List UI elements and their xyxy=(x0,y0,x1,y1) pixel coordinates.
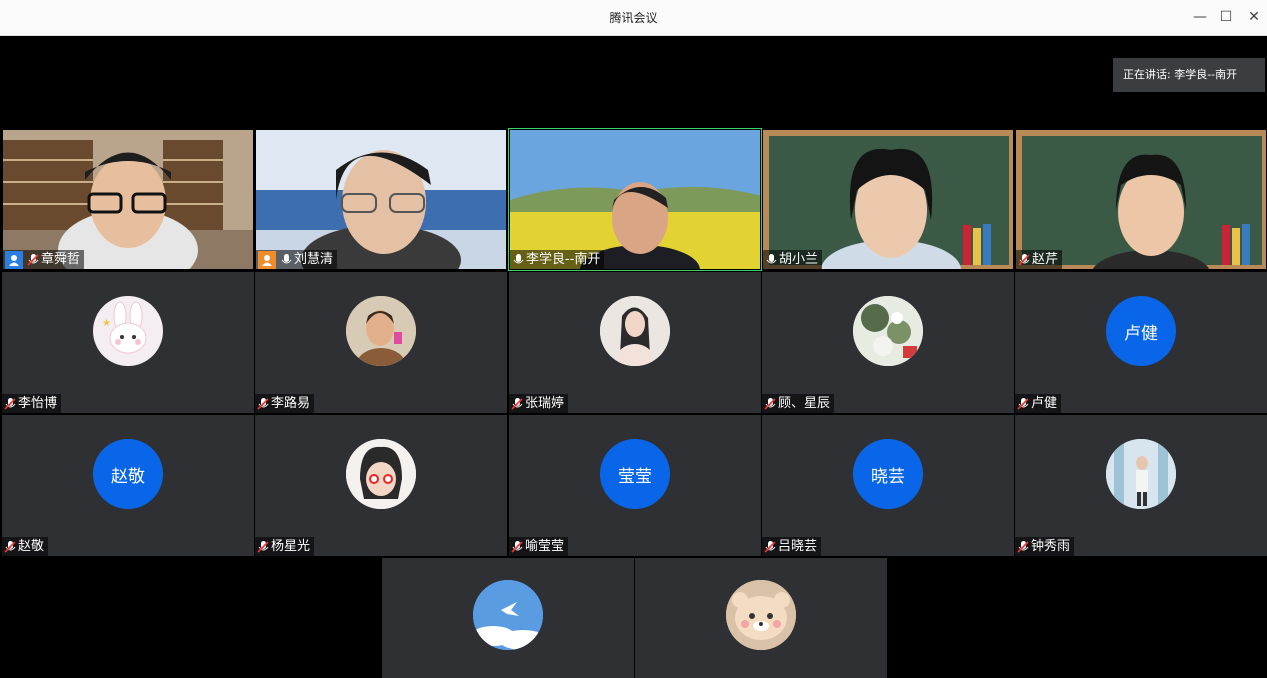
cartoon-avatar xyxy=(346,439,416,509)
video-feed xyxy=(1016,130,1266,269)
initials-avatar: 赵敬 xyxy=(93,439,163,509)
sky-avatar xyxy=(473,580,543,650)
participant-label: 章舜哲 xyxy=(3,250,85,269)
participant-name: 胡小兰 xyxy=(779,252,819,267)
host-icon xyxy=(5,250,23,269)
participant-name: 章舜哲 xyxy=(41,252,81,267)
photo-avatar xyxy=(346,296,416,366)
participant-tile[interactable]: 张瑞婷 xyxy=(509,272,761,413)
mic-muted-icon xyxy=(257,540,269,553)
participant-tile[interactable] xyxy=(635,558,887,678)
photo-avatar xyxy=(600,296,670,366)
bear-avatar xyxy=(726,580,796,650)
participant-tile[interactable] xyxy=(382,558,634,678)
participant-label: 喻莹莹 xyxy=(509,537,569,556)
participant-tile[interactable]: ★ 李怡博 xyxy=(2,272,254,413)
speaking-indicator: 正在讲话: 李学良--南开 xyxy=(1113,58,1265,92)
participant-tile[interactable]: 晓芸 吕晓芸 xyxy=(762,415,1014,556)
window-title: 腾讯会议 xyxy=(609,11,658,25)
video-tile-active-speaker[interactable]: 李学良--南开 xyxy=(508,128,762,271)
video-feed xyxy=(510,130,760,269)
participant-label: 李学良--南开 xyxy=(510,250,605,269)
mic-muted-icon xyxy=(1017,397,1029,410)
close-button[interactable]: ✕ xyxy=(1245,8,1263,26)
participant-label: 卢健 xyxy=(1015,394,1062,413)
participant-name: 李路易 xyxy=(271,396,311,411)
mic-muted-icon xyxy=(1017,540,1029,553)
participant-name: 张瑞婷 xyxy=(525,396,565,411)
mic-muted-icon xyxy=(511,540,523,553)
photo-avatar xyxy=(1106,439,1176,509)
participant-label: 吕晓芸 xyxy=(762,537,822,556)
maximize-button[interactable]: ☐ xyxy=(1217,8,1235,26)
participant-tile[interactable]: 钟秀雨 xyxy=(1015,415,1267,556)
photo-avatar xyxy=(853,296,923,366)
participant-name: 卢健 xyxy=(1031,396,1058,411)
participant-tile[interactable]: 顾、星辰 xyxy=(762,272,1014,413)
bunny-avatar: ★ xyxy=(93,296,163,366)
participant-label: 杨星光 xyxy=(255,537,315,556)
participant-name: 赵芹 xyxy=(1032,252,1059,267)
mic-muted-icon xyxy=(511,397,523,410)
participant-label: 赵敬 xyxy=(2,537,49,556)
video-feed xyxy=(256,130,506,269)
mic-muted-icon xyxy=(257,397,269,410)
participant-name: 李学良--南开 xyxy=(526,252,601,267)
participant-label: 赵芹 xyxy=(1016,250,1063,269)
video-tile[interactable]: 刘慧清 xyxy=(255,129,507,270)
mic-muted-icon xyxy=(27,253,39,266)
video-tile[interactable]: 胡小兰 xyxy=(762,129,1014,270)
mic-muted-icon xyxy=(764,397,776,410)
participant-name: 赵敬 xyxy=(18,539,45,554)
participant-name: 李怡博 xyxy=(18,396,58,411)
cohost-icon xyxy=(258,250,276,269)
minimize-button[interactable]: — xyxy=(1191,8,1209,26)
participant-tile[interactable]: 莹莹 喻莹莹 xyxy=(509,415,761,556)
participant-tile[interactable]: 赵敬 赵敬 xyxy=(2,415,254,556)
participant-tile[interactable]: 卢健 卢健 xyxy=(1015,272,1267,413)
mic-muted-icon xyxy=(4,540,16,553)
participant-label: 钟秀雨 xyxy=(1015,537,1075,556)
participant-tile[interactable]: 李路易 xyxy=(255,272,507,413)
participant-label: 顾、星辰 xyxy=(762,394,835,413)
initials-avatar: 晓芸 xyxy=(853,439,923,509)
video-tile[interactable]: 赵芹 xyxy=(1015,129,1267,270)
mic-muted-icon xyxy=(764,540,776,553)
participant-label: 胡小兰 xyxy=(763,250,823,269)
mic-icon xyxy=(766,253,777,263)
participant-name: 刘慧清 xyxy=(294,252,334,267)
video-tile[interactable]: 章舜哲 xyxy=(2,129,254,270)
participant-label: 李路易 xyxy=(255,394,315,413)
title-bar: 腾讯会议 — ☐ ✕ xyxy=(0,0,1267,36)
participant-name: 喻莹莹 xyxy=(525,539,565,554)
participant-label: 李怡博 xyxy=(2,394,62,413)
mic-muted-icon xyxy=(1018,253,1030,266)
svg-text:★: ★ xyxy=(102,318,111,329)
participant-tile[interactable]: 杨星光 xyxy=(255,415,507,556)
participant-label: 张瑞婷 xyxy=(509,394,569,413)
initials-avatar: 莹莹 xyxy=(600,439,670,509)
mic-muted-icon xyxy=(4,397,16,410)
initials-avatar: 卢健 xyxy=(1106,296,1176,366)
video-feed xyxy=(763,130,1013,269)
participant-name: 顾、星辰 xyxy=(778,396,831,411)
participant-name: 吕晓芸 xyxy=(778,539,818,554)
participant-label: 刘慧清 xyxy=(256,250,338,269)
mic-icon xyxy=(513,253,524,263)
mic-icon xyxy=(281,253,292,263)
participant-name: 杨星光 xyxy=(271,539,311,554)
video-feed xyxy=(3,130,253,269)
participant-name: 钟秀雨 xyxy=(1031,539,1071,554)
